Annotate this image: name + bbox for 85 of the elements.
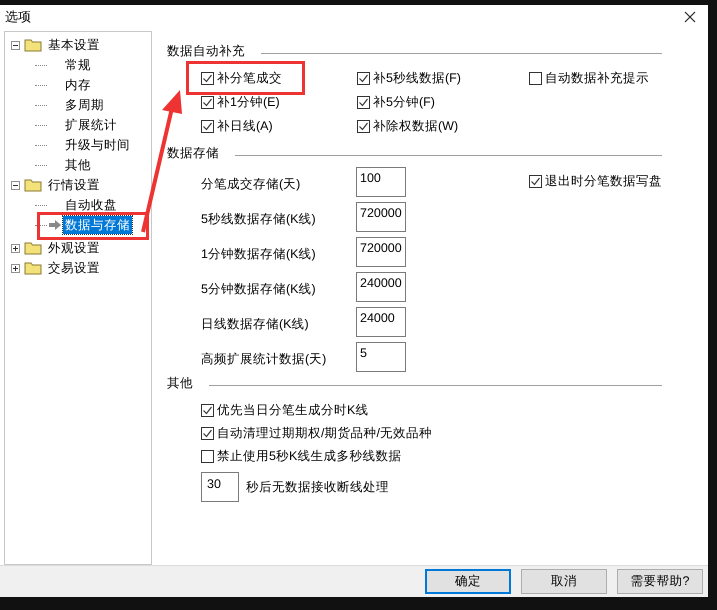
checkbox[interactable] [201,96,214,108]
dialog-button[interactable]: 需要帮助? [617,569,703,594]
checkbox-option[interactable]: 补5分钟(F) [357,91,529,113]
close-icon[interactable] [684,11,696,23]
tree-item[interactable]: 自动收盘 [63,196,119,214]
checkbox-label: 补5秒线数据(F) [373,70,461,87]
check-icon [358,120,369,132]
check-icon [202,428,213,438]
checkbox[interactable] [357,120,370,132]
checkbox-option[interactable]: 自动数据补充提示 [529,67,649,89]
field-label: 日线数据存储(K线) [201,316,310,333]
checkbox[interactable] [529,72,542,84]
checkbox[interactable] [201,72,214,84]
checkbox-label: 补日线(A) [217,118,273,135]
checkbox-label: 补分笔成交 [217,70,282,87]
checkbox-label: 补5分钟(F) [373,94,435,111]
tree-item[interactable]: 其他 [63,156,93,174]
checkbox[interactable] [201,120,214,132]
checkbox-label: 自动清理过期期权/期货品种/无效品种 [217,424,432,442]
checkbox[interactable] [357,96,370,108]
dialog-button[interactable]: 确定 [425,569,511,594]
checkbox[interactable] [201,426,214,440]
check-icon [202,96,213,108]
tree-item[interactable]: 数据与存储 [63,216,132,234]
tree-item[interactable]: 交易设置 [46,258,100,278]
checkbox[interactable] [201,404,214,416]
collapse-icon[interactable] [11,180,20,190]
input-field[interactable]: 5 [356,342,406,372]
input-field[interactable]: 720000 [356,237,406,267]
checkbox-label: 自动数据补充提示 [545,70,649,87]
field-label: 秒后无数据接收断线处理 [246,478,389,496]
tree-item[interactable]: 扩展统计 [63,116,119,134]
checkbox-option[interactable]: 退出时分笔数据写盘 [529,170,662,192]
input-field[interactable]: 240000 [356,272,406,302]
check-icon [358,96,369,108]
checkbox-option[interactable]: 自动清理过期期权/期货品种/无效品种 [201,422,662,444]
section-title: 数据存储 [167,144,219,162]
tree-item[interactable]: 多周期 [63,96,106,114]
field-label: 分笔成交存储(天) [201,176,302,193]
field-label: 5秒线数据存储(K线) [201,210,317,228]
field-label: 高频扩展统计数据(天) [201,350,328,368]
check-icon [202,404,213,416]
checkbox-option[interactable]: 补1分钟(E) [201,91,357,113]
expand-icon[interactable] [11,264,20,272]
checkbox-option[interactable]: 补分笔成交 [201,67,357,89]
collapse-icon[interactable] [11,40,20,50]
field-label: 1分钟数据存储(K线) [201,246,317,263]
checkbox-option[interactable]: 补日线(A) [201,115,357,137]
checkbox-option[interactable]: 补除权数据(W) [357,115,529,137]
check-icon [202,120,213,132]
check-icon [358,72,369,84]
checkbox-option[interactable]: 禁止使用5秒K线生成多秒线数据 [201,445,662,467]
tree-item[interactable]: 内存 [63,76,93,94]
folder-icon [24,241,42,255]
checkbox-option[interactable]: 补5秒线数据(F) [357,67,529,89]
input-field[interactable]: 720000 [356,202,406,232]
window-title: 选项 [5,8,31,26]
check-icon [530,176,541,186]
folder-icon [24,178,42,192]
input-field[interactable]: 30 [201,472,239,502]
checkbox[interactable] [357,72,370,84]
folder-icon [24,38,42,52]
tree-item[interactable]: 基本设置 [46,36,100,54]
tree-item[interactable]: 常规 [63,56,93,74]
checkbox[interactable] [529,174,542,188]
checkbox-option[interactable]: 优先当日分笔生成分时K线 [201,399,662,421]
dialog-button[interactable]: 取消 [521,569,607,594]
tree-item[interactable]: 行情设置 [46,176,100,194]
checkbox-label: 补1分钟(E) [217,94,280,111]
checkbox-label: 优先当日分笔生成分时K线 [217,402,368,419]
tree-item[interactable]: 外观设置 [46,238,100,258]
section-title: 其他 [167,374,193,392]
checkbox-label: 退出时分笔数据写盘 [545,172,662,190]
input-field[interactable]: 24000 [356,307,406,337]
check-icon [202,72,213,84]
checkbox-label: 补除权数据(W) [373,118,458,135]
input-field[interactable]: 100 [356,167,406,197]
expand-icon[interactable] [11,244,20,252]
section-title: 数据自动补充 [167,42,245,60]
checkbox[interactable] [201,450,214,462]
tree-item[interactable]: 升级与时间 [63,136,132,154]
checkbox-label: 禁止使用5秒K线生成多秒线数据 [217,448,402,465]
field-label: 5分钟数据存储(K线) [201,280,317,298]
arrow-icon [48,219,62,231]
folder-icon [24,261,42,275]
